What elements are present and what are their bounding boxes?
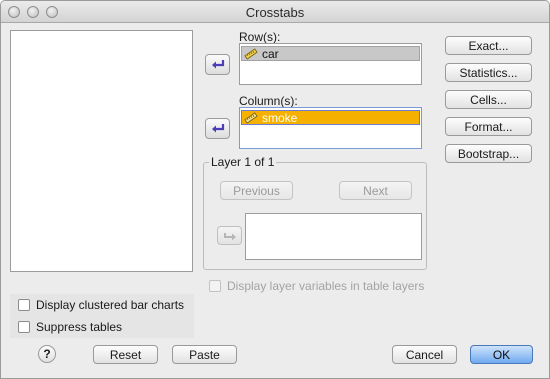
layer-list[interactable] xyxy=(245,213,422,260)
paste-button[interactable]: Paste xyxy=(172,345,237,364)
bootstrap-button[interactable]: Bootstrap... xyxy=(445,144,532,163)
curved-arrow-icon xyxy=(211,59,224,68)
move-to-columns-button[interactable] xyxy=(205,118,230,139)
reset-button[interactable]: Reset xyxy=(93,345,158,364)
exact-button[interactable]: Exact... xyxy=(445,36,532,55)
window-title: Crosstabs xyxy=(245,5,305,20)
help-button[interactable]: ? xyxy=(38,345,56,363)
move-to-rows-button[interactable] xyxy=(205,54,230,75)
ruler-icon xyxy=(244,47,258,60)
display-layer-vars-label: Display layer variables in table layers xyxy=(227,279,425,293)
display-layer-vars-checkbox[interactable] xyxy=(209,280,221,292)
clustered-bar-checkbox[interactable] xyxy=(18,299,30,311)
rows-item-label: car xyxy=(262,46,279,61)
statistics-button[interactable]: Statistics... xyxy=(445,63,532,82)
source-variable-list[interactable] xyxy=(10,30,193,272)
columns-list[interactable]: smoke xyxy=(239,107,422,149)
previous-layer-button[interactable]: Previous xyxy=(220,181,293,200)
help-icon: ? xyxy=(43,347,51,361)
move-to-layer-button[interactable] xyxy=(217,226,242,245)
clustered-bar-label: Display clustered bar charts xyxy=(36,298,185,312)
ok-button[interactable]: OK xyxy=(470,345,533,364)
columns-item-label: smoke xyxy=(262,110,298,125)
cells-button[interactable]: Cells... xyxy=(445,90,532,109)
layer-title: Layer 1 of 1 xyxy=(209,155,277,169)
next-layer-button[interactable]: Next xyxy=(339,181,412,200)
rows-label: Row(s): xyxy=(239,30,281,44)
crosstabs-dialog: Crosstabs Row(s): car Column(s): smoke L… xyxy=(0,0,550,379)
title-bar: Crosstabs xyxy=(1,1,549,23)
suppress-tables-checkbox[interactable] xyxy=(18,321,30,333)
suppress-tables-label: Suppress tables xyxy=(36,320,123,334)
curved-arrow-icon xyxy=(211,123,224,132)
columns-label: Column(s): xyxy=(239,94,298,108)
columns-list-item[interactable]: smoke xyxy=(241,110,420,125)
format-button[interactable]: Format... xyxy=(445,117,532,136)
rows-list[interactable]: car xyxy=(239,43,422,85)
ruler-icon xyxy=(244,111,258,124)
clustered-bar-option[interactable]: Display clustered bar charts xyxy=(18,298,184,312)
rows-list-item[interactable]: car xyxy=(241,46,420,61)
cancel-button[interactable]: Cancel xyxy=(392,345,457,364)
display-layer-vars-option[interactable]: Display layer variables in table layers xyxy=(209,279,424,293)
suppress-tables-option[interactable]: Suppress tables xyxy=(18,320,122,334)
right-arrow-icon xyxy=(223,232,236,240)
